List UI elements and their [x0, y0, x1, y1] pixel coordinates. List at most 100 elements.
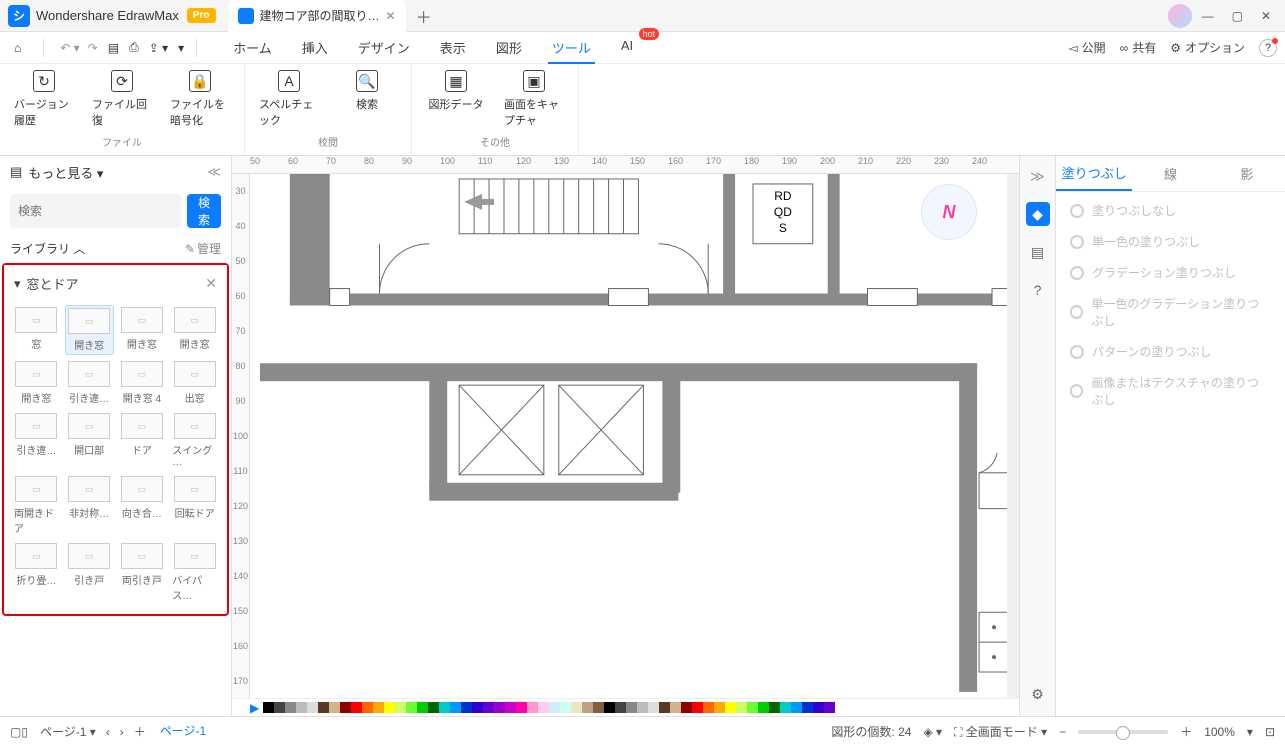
color-swatch[interactable]: [527, 702, 538, 713]
tab-add-button[interactable]: ＋: [416, 4, 432, 28]
drawing-canvas[interactable]: RD QD S: [250, 174, 1007, 698]
search-button[interactable]: 🔍検索: [337, 70, 397, 128]
history-button[interactable]: ↻バージョン履歴: [14, 70, 74, 128]
color-swatch[interactable]: [450, 702, 461, 713]
menu-tool[interactable]: ツール: [548, 32, 595, 63]
undo-icon[interactable]: ↶ ▾: [60, 41, 79, 55]
close-icon[interactable]: ✕: [1261, 9, 1271, 23]
color-swatch[interactable]: [747, 702, 758, 713]
color-swatch[interactable]: [813, 702, 824, 713]
shape-item[interactable]: ▭開口部: [65, 411, 114, 470]
shape-item[interactable]: ▭ドア: [118, 411, 167, 470]
fill-option[interactable]: 塗りつぶしなし: [1070, 202, 1271, 219]
fill-option[interactable]: 単一色のグラデーション塗りつぶし: [1070, 295, 1271, 329]
color-swatch[interactable]: [560, 702, 571, 713]
more-quick-icon[interactable]: ▾: [178, 41, 184, 55]
color-swatch[interactable]: [285, 702, 296, 713]
color-swatch[interactable]: [494, 702, 505, 713]
shape-item[interactable]: ▭引き戸: [65, 541, 114, 604]
prev-page-icon[interactable]: ‹: [106, 725, 110, 739]
color-swatch[interactable]: [538, 702, 549, 713]
shape-item[interactable]: ▭非対称…: [65, 474, 114, 537]
shape-item[interactable]: ▭引き違…: [12, 411, 61, 470]
color-swatch[interactable]: [428, 702, 439, 713]
category-close-icon[interactable]: ✕: [205, 275, 217, 292]
color-swatch[interactable]: [736, 702, 747, 713]
encrypt-button[interactable]: 🔒ファイルを暗号化: [170, 70, 230, 128]
next-page-icon[interactable]: ›: [120, 725, 124, 739]
color-swatch[interactable]: [692, 702, 703, 713]
color-swatch[interactable]: [626, 702, 637, 713]
color-swatch[interactable]: [670, 702, 681, 713]
help-icon[interactable]: ?: [1259, 39, 1277, 57]
color-swatch[interactable]: [461, 702, 472, 713]
user-avatar[interactable]: [1168, 4, 1192, 28]
color-swatch[interactable]: [659, 702, 670, 713]
help-tool-icon[interactable]: ?: [1026, 278, 1050, 302]
shape-item[interactable]: ▭開き窓 4: [118, 359, 167, 407]
page-tool-icon[interactable]: ▤: [1026, 240, 1050, 264]
ai-assistant-badge[interactable]: N: [921, 184, 977, 240]
library-label[interactable]: ライブラリ ︿: [10, 240, 85, 257]
tab-fill[interactable]: 塗りつぶし: [1056, 156, 1132, 191]
color-swatch[interactable]: [384, 702, 395, 713]
layout-toggle-icon[interactable]: ▢▯: [10, 725, 28, 739]
color-swatch[interactable]: [604, 702, 615, 713]
fit-page-icon[interactable]: ⊡: [1265, 725, 1275, 739]
color-swatch[interactable]: [373, 702, 384, 713]
scrollbar-vertical[interactable]: [1007, 174, 1019, 698]
zoom-slider[interactable]: [1078, 730, 1168, 734]
publish-button[interactable]: ◅ 公開: [1068, 39, 1105, 56]
color-swatch[interactable]: [681, 702, 692, 713]
fullscreen-mode[interactable]: ⛶ 全画面モード ▾: [954, 723, 1047, 740]
settings-gear-icon[interactable]: ⚙: [1026, 682, 1050, 706]
shape-item[interactable]: ▭向き合…: [118, 474, 167, 537]
fill-option[interactable]: パターンの塗りつぶし: [1070, 343, 1271, 360]
fill-option[interactable]: グラデーション塗りつぶし: [1070, 264, 1271, 281]
color-swatch[interactable]: [725, 702, 736, 713]
color-swatch[interactable]: [307, 702, 318, 713]
menu-ai[interactable]: AI hot: [617, 32, 637, 63]
menu-insert[interactable]: 挿入: [298, 32, 332, 63]
color-swatch[interactable]: [318, 702, 329, 713]
zoom-level[interactable]: 100%: [1204, 725, 1235, 739]
document-tab[interactable]: 建物コア部の間取り… ✕: [228, 0, 406, 32]
export-icon[interactable]: ⇪ ▾: [149, 41, 168, 55]
style-tool-icon[interactable]: ◆: [1026, 202, 1050, 226]
shape-item[interactable]: ▭折り畳…: [12, 541, 61, 604]
color-swatch[interactable]: [648, 702, 659, 713]
color-swatch[interactable]: [703, 702, 714, 713]
color-swatch[interactable]: [417, 702, 428, 713]
shape-item[interactable]: ▭両開きドア: [12, 474, 61, 537]
zoom-in-icon[interactable]: ＋: [1180, 723, 1192, 740]
color-swatch[interactable]: [824, 702, 835, 713]
color-swatch[interactable]: [802, 702, 813, 713]
category-header[interactable]: ▾ 窓とドア ✕: [4, 266, 227, 301]
tab-line[interactable]: 線: [1132, 156, 1208, 191]
color-swatch[interactable]: [274, 702, 285, 713]
shape-search-input[interactable]: [10, 194, 181, 228]
fill-option[interactable]: 画像またはテクスチャの塗りつぶし: [1070, 374, 1271, 408]
color-swatch[interactable]: [714, 702, 725, 713]
print-icon[interactable]: ⎙: [129, 40, 139, 55]
shape-item[interactable]: ▭開き窓: [170, 305, 219, 355]
zoom-out-icon[interactable]: −: [1059, 725, 1066, 739]
color-swatch[interactable]: [791, 702, 802, 713]
shape-item[interactable]: ▭回転ドア: [170, 474, 219, 537]
color-swatch[interactable]: [582, 702, 593, 713]
manage-button[interactable]: ✎管理: [185, 240, 221, 257]
color-swatch[interactable]: [439, 702, 450, 713]
capture-button[interactable]: ▣画面をキャプチャ: [504, 70, 564, 128]
shape-item[interactable]: ▭両引き戸: [118, 541, 167, 604]
color-swatch[interactable]: [549, 702, 560, 713]
fill-option[interactable]: 単一色の塗りつぶし: [1070, 233, 1271, 250]
color-swatch[interactable]: [637, 702, 648, 713]
redo-icon[interactable]: ↷: [88, 41, 98, 55]
color-swatch[interactable]: [362, 702, 373, 713]
share-button[interactable]: ∞ 共有: [1120, 39, 1157, 56]
color-swatch[interactable]: [769, 702, 780, 713]
shape-item[interactable]: ▭開き窓: [65, 305, 114, 355]
save-icon[interactable]: ▤: [108, 41, 119, 55]
page-tab[interactable]: ページ-1: [158, 718, 208, 745]
menu-view[interactable]: 表示: [436, 32, 470, 63]
